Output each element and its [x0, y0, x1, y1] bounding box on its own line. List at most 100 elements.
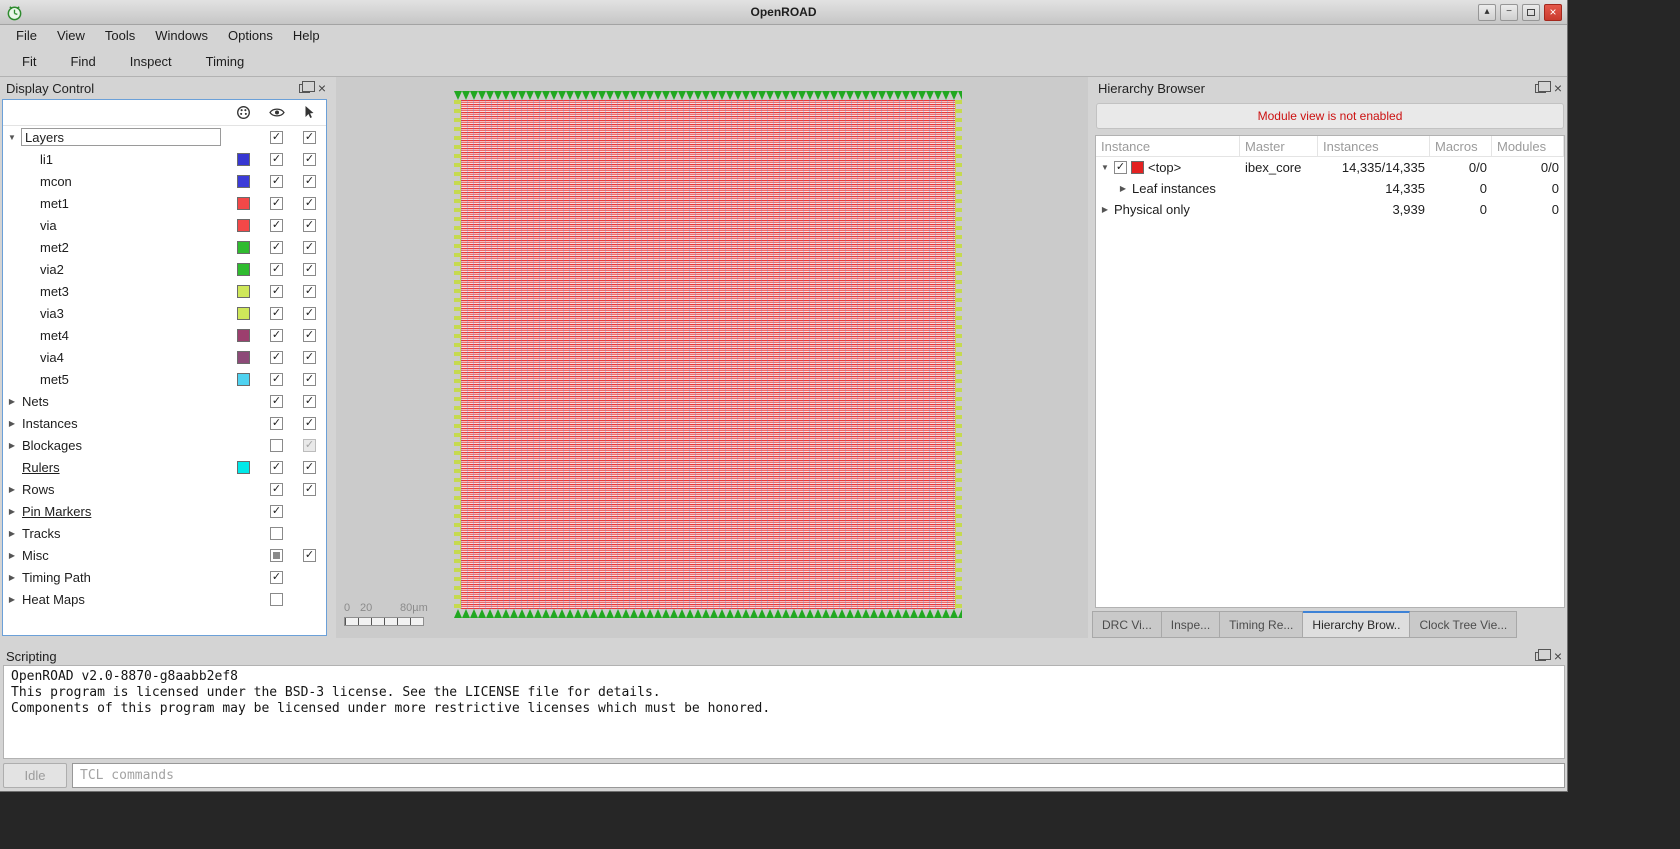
selectable-checkbox[interactable]: ✓ [303, 438, 316, 452]
visible-checkbox[interactable] [270, 548, 283, 562]
tcl-command-input[interactable] [72, 763, 1565, 788]
toolbar-inspect[interactable]: Inspect [122, 51, 180, 72]
column-header-master[interactable]: Master [1240, 136, 1318, 157]
toolbar-fit[interactable]: Fit [14, 51, 44, 72]
tree-label-rows[interactable]: Rows [21, 482, 227, 497]
visible-checkbox[interactable]: ✓ [270, 152, 283, 166]
tree-label-layers[interactable]: Layers [21, 128, 221, 146]
tree-label-instances[interactable]: Instances [21, 416, 227, 431]
layer-color-swatch[interactable] [237, 306, 250, 320]
layer-color-swatch[interactable] [237, 174, 250, 188]
selectable-checkbox[interactable]: ✓ [303, 284, 316, 298]
instance-checkbox[interactable]: ✓ [1114, 161, 1127, 174]
tree-label-timing-path[interactable]: Timing Path [21, 570, 227, 585]
tree-label-met1[interactable]: met1 [39, 196, 227, 211]
hierarchy-row-leaf-instances[interactable]: ▶ Leaf instances 14,335 0 0 [1096, 178, 1564, 199]
visible-checkbox[interactable]: ✓ [270, 218, 283, 232]
selectable-checkbox[interactable]: ✓ [303, 152, 316, 166]
selectable-checkbox[interactable]: ✓ [303, 218, 316, 232]
tree-label-mcon[interactable]: mcon [39, 174, 227, 189]
selectable-checkbox[interactable]: ✓ [303, 372, 316, 386]
selectable-checkbox[interactable]: ✓ [303, 548, 316, 562]
tree-label-met5[interactable]: met5 [39, 372, 227, 387]
visible-checkbox[interactable]: ✓ [270, 306, 283, 320]
visible-checkbox[interactable]: ✓ [270, 174, 283, 188]
layer-color-swatch[interactable] [237, 460, 250, 474]
maximize-button[interactable] [1522, 3, 1540, 21]
tab-drc-vi[interactable]: DRC Vi... [1092, 611, 1162, 638]
column-header-macros[interactable]: Macros [1430, 136, 1492, 157]
expander-icon[interactable]: ▶ [3, 573, 21, 582]
tree-label-met3[interactable]: met3 [39, 284, 227, 299]
tree-label-met4[interactable]: met4 [39, 328, 227, 343]
close-panel-icon[interactable]: × [1554, 649, 1562, 663]
column-header-instance[interactable]: Instance [1096, 136, 1240, 157]
expander-icon[interactable]: ▼ [1100, 163, 1110, 172]
tab-inspe[interactable]: Inspe... [1161, 611, 1221, 638]
expander-icon[interactable]: ▼ [3, 133, 21, 142]
tree-label-misc[interactable]: Misc [21, 548, 227, 563]
menu-view[interactable]: View [47, 25, 95, 47]
expander-icon[interactable]: ▶ [3, 529, 21, 538]
layer-color-swatch[interactable] [237, 372, 250, 386]
menu-file[interactable]: File [6, 25, 47, 47]
expander-icon[interactable]: ▶ [3, 419, 21, 428]
layer-color-swatch[interactable] [237, 284, 250, 298]
visible-checkbox[interactable]: ✓ [270, 372, 283, 386]
layer-color-swatch[interactable] [237, 152, 250, 166]
tree-label-pin-markers[interactable]: Pin Markers [21, 504, 227, 519]
color-column-header[interactable] [227, 105, 260, 120]
layer-color-swatch[interactable] [237, 350, 250, 364]
toolbar-find[interactable]: Find [62, 51, 103, 72]
selectable-checkbox[interactable]: ✓ [303, 240, 316, 254]
visible-checkbox[interactable]: ✓ [270, 196, 283, 210]
expander-icon[interactable]: ▶ [3, 507, 21, 516]
layout-canvas[interactable]: 0 20 80µm [336, 77, 1088, 638]
selectable-checkbox[interactable]: ✓ [303, 482, 316, 496]
tree-label-via3[interactable]: via3 [39, 306, 227, 321]
selectable-checkbox[interactable]: ✓ [303, 174, 316, 188]
selectable-checkbox[interactable]: ✓ [303, 460, 316, 474]
layer-color-swatch[interactable] [237, 240, 250, 254]
tree-label-rulers[interactable]: Rulers [21, 460, 227, 475]
shade-button[interactable]: ▴ [1478, 3, 1496, 21]
visible-checkbox[interactable]: ✓ [270, 130, 283, 144]
visible-checkbox[interactable]: ✓ [270, 240, 283, 254]
visible-checkbox[interactable]: ✓ [270, 460, 283, 474]
tree-label-li1[interactable]: li1 [39, 152, 227, 167]
expander-icon[interactable]: ▶ [1100, 205, 1110, 214]
close-button[interactable]: × [1544, 3, 1562, 21]
expander-icon[interactable]: ▶ [3, 397, 21, 406]
hierarchy-row-physical-only[interactable]: ▶ Physical only 3,939 0 0 [1096, 199, 1564, 220]
scripting-output[interactable]: OpenROAD v2.0-8870-g8aabb2ef8 This progra… [3, 665, 1565, 759]
menu-tools[interactable]: Tools [95, 25, 145, 47]
visible-checkbox[interactable] [270, 438, 283, 452]
title-bar[interactable]: OpenROAD ▴ − × [0, 0, 1567, 25]
visible-checkbox[interactable]: ✓ [270, 416, 283, 430]
selectable-checkbox[interactable]: ✓ [303, 306, 316, 320]
visible-column-header[interactable] [260, 107, 293, 118]
expander-icon[interactable]: ▶ [3, 595, 21, 604]
expander-icon[interactable]: ▶ [1118, 184, 1128, 193]
expander-icon[interactable]: ▶ [3, 485, 21, 494]
visible-checkbox[interactable]: ✓ [270, 262, 283, 276]
close-panel-icon[interactable]: × [318, 81, 326, 95]
visible-checkbox[interactable]: ✓ [270, 570, 283, 584]
selectable-checkbox[interactable]: ✓ [303, 350, 316, 364]
selectable-checkbox[interactable]: ✓ [303, 262, 316, 276]
tab-hierarchy-brow[interactable]: Hierarchy Brow.. [1303, 611, 1411, 638]
visible-checkbox[interactable]: ✓ [270, 328, 283, 342]
tree-label-heat-maps[interactable]: Heat Maps [21, 592, 227, 607]
float-panel-icon[interactable] [1534, 80, 1551, 93]
menu-help[interactable]: Help [283, 25, 330, 47]
float-panel-icon[interactable] [298, 80, 315, 93]
visible-checkbox[interactable]: ✓ [270, 284, 283, 298]
tree-label-met2[interactable]: met2 [39, 240, 227, 255]
column-header-modules[interactable]: Modules [1492, 136, 1564, 157]
selectable-checkbox[interactable]: ✓ [303, 130, 316, 144]
layer-color-swatch[interactable] [237, 218, 250, 232]
menu-windows[interactable]: Windows [145, 25, 218, 47]
selectable-checkbox[interactable]: ✓ [303, 196, 316, 210]
visible-checkbox[interactable]: ✓ [270, 482, 283, 496]
layer-color-swatch[interactable] [237, 196, 250, 210]
